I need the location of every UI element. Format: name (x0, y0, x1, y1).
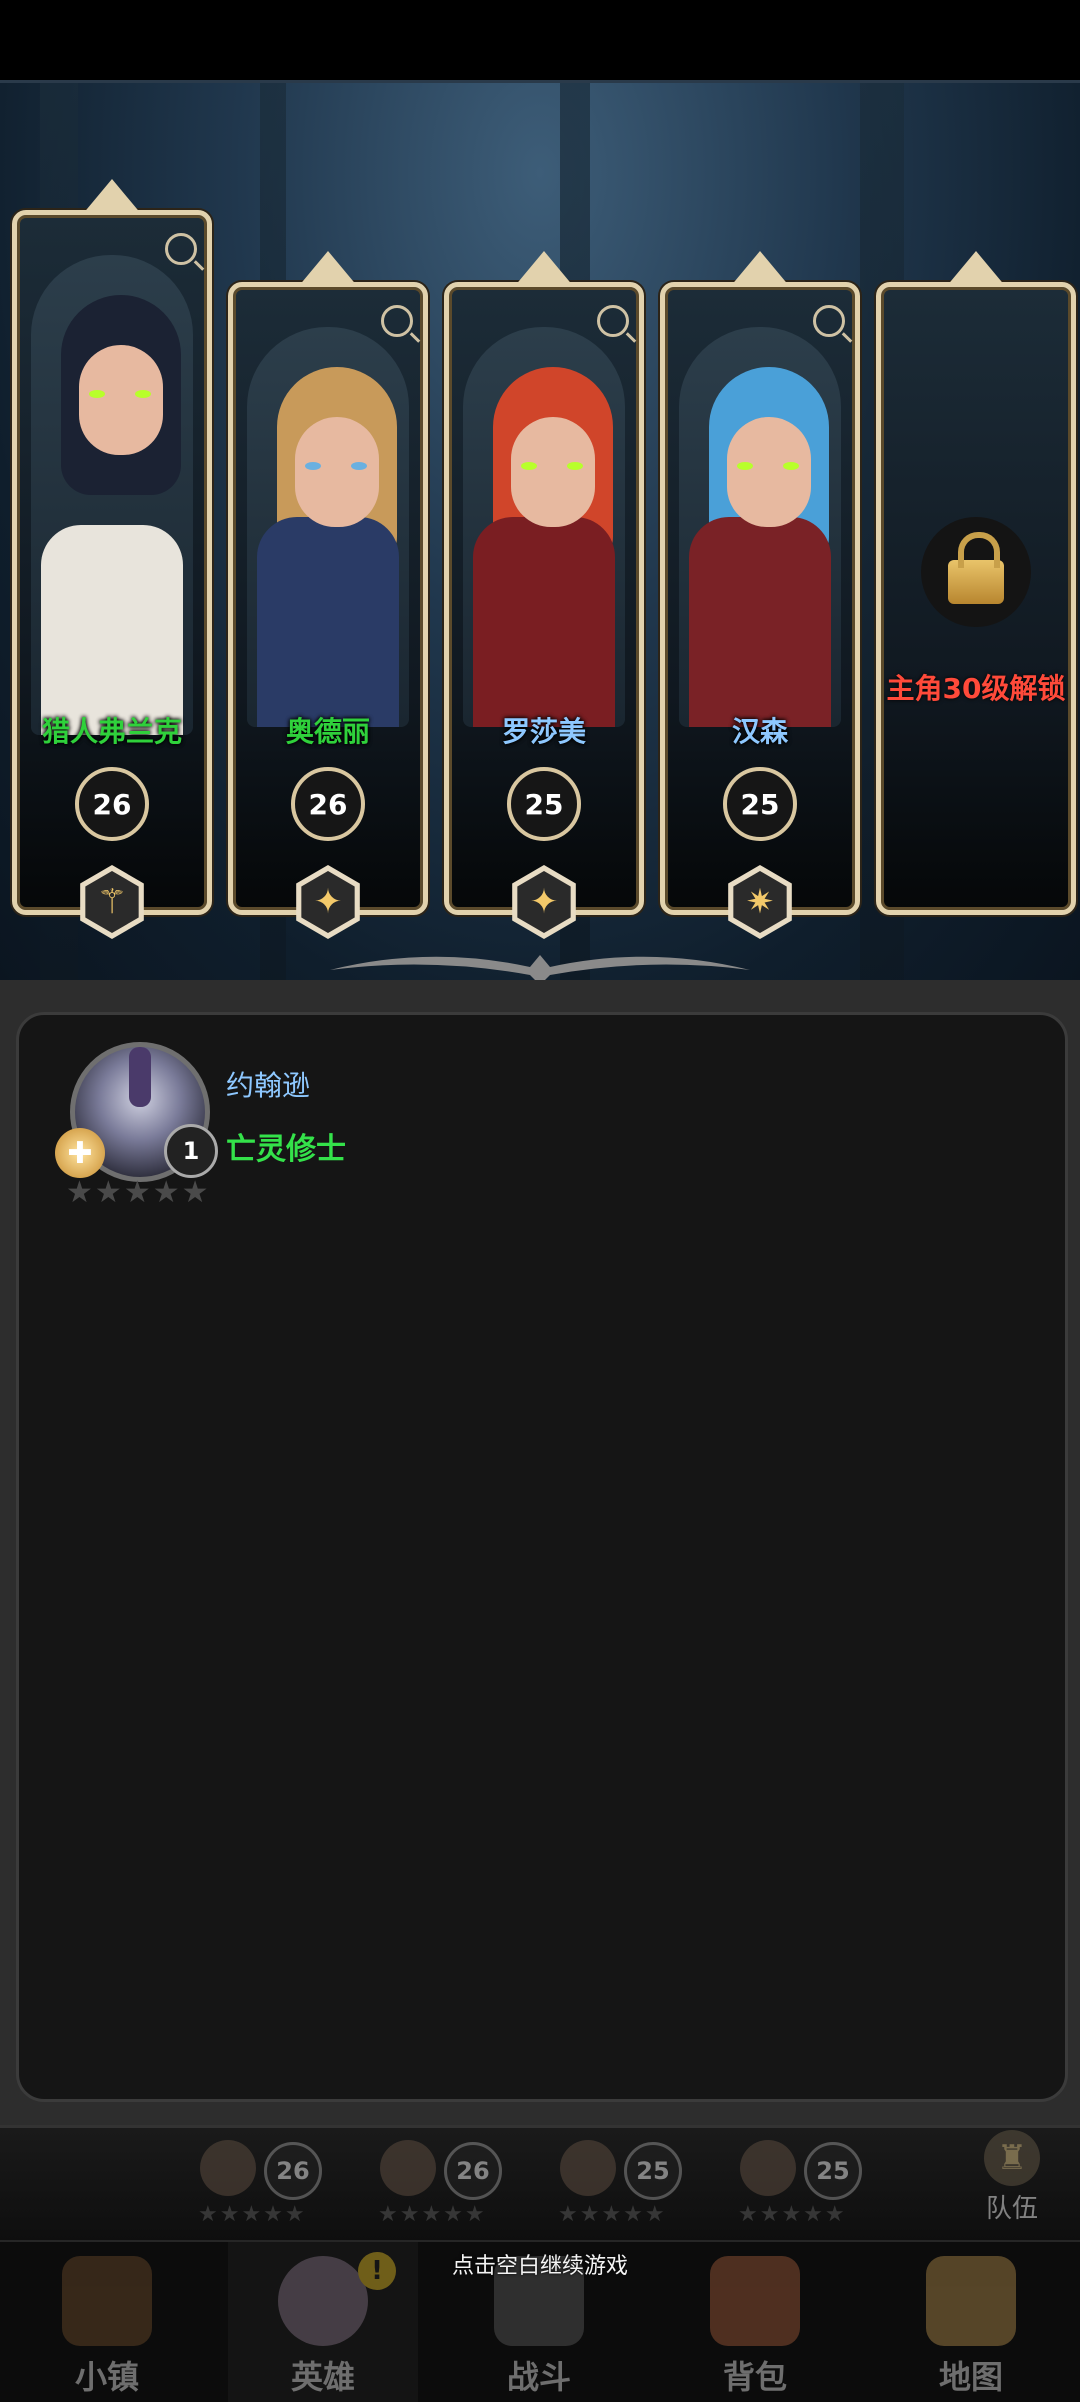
member-level-badge: 1 (164, 1124, 218, 1178)
portrait-eye (783, 462, 799, 470)
portrait-eye (521, 462, 537, 470)
portrait-face (79, 345, 163, 455)
roster-stars: ★★★★★ (378, 2202, 487, 2227)
hero-portrait (247, 327, 409, 727)
unlock-requirement: 主角30级解锁 (886, 672, 1066, 705)
padlock-icon (921, 517, 1031, 627)
card-arch (298, 251, 358, 287)
hero-level-badge: 25 (507, 767, 581, 841)
portrait-outfit (257, 517, 399, 727)
roster-stars: ★★★★★ (558, 2202, 667, 2227)
party-slot-1[interactable]: 猎人弗兰克 26 ⚚ (12, 179, 212, 939)
status-bar (0, 0, 1080, 80)
portrait-face (727, 417, 811, 527)
roster-level: 25 (624, 2142, 682, 2200)
party-slot-4[interactable]: 汉森 25 ✷ (660, 251, 860, 939)
member-class: 亡灵修士 (226, 1132, 346, 1167)
star-icon: ★ (66, 1175, 93, 1210)
roster-stars: ★★★★★ (738, 2202, 847, 2227)
hero-portrait (31, 255, 193, 735)
roster-avatar (200, 2140, 256, 2196)
member-name: 约翰逊 (226, 1069, 311, 1102)
hero-level-badge: 26 (75, 767, 149, 841)
roster-stars: ★★★★★ (198, 2202, 307, 2227)
party-slot-2[interactable]: 奥德丽 26 ✦ (228, 251, 428, 939)
hero-name: 猎人弗兰克 (41, 715, 182, 748)
portrait-eye (89, 390, 105, 398)
portrait-face (295, 417, 379, 527)
roster-avatar (560, 2140, 616, 2196)
hero-portrait (463, 327, 625, 727)
card-arch (946, 251, 1006, 287)
roster-hero[interactable]: 26 ★★★★★ (360, 2136, 535, 2231)
portrait-outfit (689, 517, 831, 727)
nav-label: 小镇 (74, 2358, 139, 2396)
hero-level-badge: 26 (291, 767, 365, 841)
roster-level: 26 (264, 2142, 322, 2200)
hero-portrait (679, 327, 841, 727)
member-star-rating: ★ ★ ★ ★ ★ (66, 1178, 209, 1208)
magnifier-icon[interactable] (813, 305, 845, 337)
nav-label: 背包 (722, 2358, 787, 2396)
portrait-eye (567, 462, 583, 470)
continue-hint: 点击空白继续游戏 (451, 2254, 628, 2279)
portrait-eye (737, 462, 753, 470)
roster-avatar (740, 2140, 796, 2196)
magnifier-icon[interactable] (597, 305, 629, 337)
portrait-eye (351, 462, 367, 470)
chess-pieces-icon: ♜ (984, 2130, 1040, 2186)
portrait-outfit (473, 517, 615, 727)
roster-hero[interactable]: 25 ★★★★★ (540, 2136, 715, 2231)
class-glyph: ✦ (301, 871, 355, 933)
roster-avatar (380, 2140, 436, 2196)
star-icon: ★ (181, 1175, 209, 1210)
nav-label: 英雄 (290, 2358, 355, 2396)
roster-level: 25 (804, 2142, 862, 2200)
class-glyph: ✷ (733, 871, 787, 933)
party-slot-3[interactable]: 罗莎美 25 ✦ (444, 251, 644, 939)
card-arch (514, 251, 574, 287)
star-icon: ★ (94, 1175, 122, 1210)
hero-name: 罗莎美 (501, 715, 586, 748)
class-glyph: ⚚ (85, 871, 139, 933)
nav-label: 地图 (938, 2358, 1003, 2396)
roster-hero[interactable]: 25 ★★★★★ (720, 2136, 895, 2231)
portrait-outfit (41, 525, 183, 735)
star-icon: ★ (123, 1175, 151, 1210)
magnifier-icon[interactable] (381, 305, 413, 337)
party-slot-locked[interactable]: 主角30级解锁 (876, 251, 1076, 915)
class-glyph: ✦ (517, 871, 571, 933)
roster-strip: 26 ★★★★★ 26 ★★★★★ 25 ★★★★★ 25 ★★★★★ (0, 2125, 1080, 2243)
team-label: 队伍 (985, 2194, 1038, 2224)
hero-level-badge: 25 (723, 767, 797, 841)
hero-name: 汉森 (731, 715, 788, 748)
card-arch (82, 179, 142, 215)
roster-hero[interactable]: 26 ★★★★★ (180, 2136, 355, 2231)
holy-cross-icon: ✚ (55, 1128, 105, 1178)
roster-level: 26 (444, 2142, 502, 2200)
portrait-face (511, 417, 595, 527)
card-arch (730, 251, 790, 287)
portrait-eye (135, 390, 151, 398)
hero-name: 奥德丽 (285, 715, 370, 748)
nav-label: 战斗 (506, 2358, 571, 2396)
star-icon: ★ (152, 1175, 180, 1210)
portrait-eye (305, 462, 321, 470)
team-button[interactable]: ♜ 队伍 (962, 2130, 1062, 2230)
magnifier-icon[interactable] (165, 233, 197, 265)
